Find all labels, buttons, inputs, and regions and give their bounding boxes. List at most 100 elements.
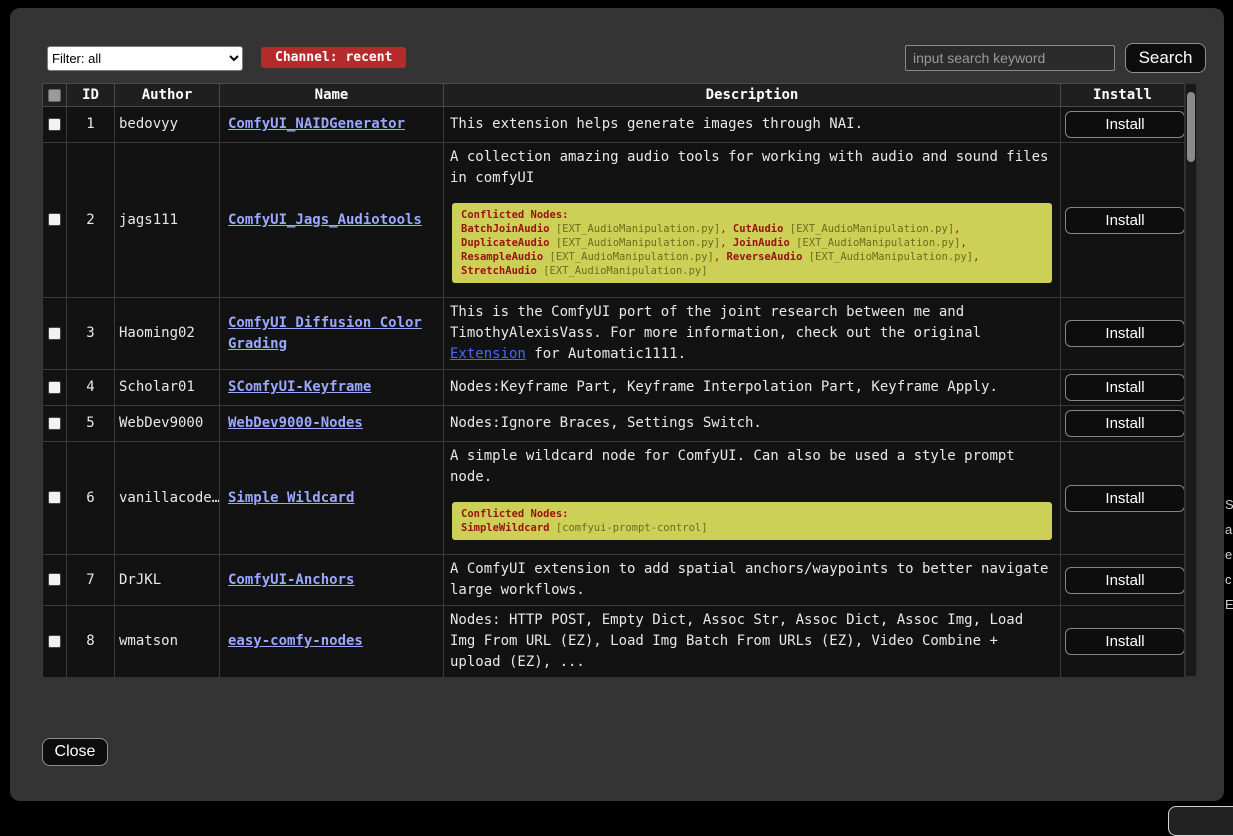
node-name-link[interactable]: ComfyUI Diffusion Color Grading [228, 315, 422, 352]
row-checkbox-cell [43, 442, 67, 555]
channel-badge: Channel: recent [261, 47, 406, 68]
row-checkbox[interactable] [48, 635, 61, 648]
install-button[interactable]: Install [1065, 485, 1184, 512]
install-button[interactable]: Install [1065, 320, 1184, 347]
row-checkbox-cell [43, 606, 67, 678]
node-name-link[interactable]: ComfyUI_Jags_Audiotools [228, 212, 422, 228]
install-button[interactable]: Install [1065, 207, 1184, 234]
header-name: Name [220, 84, 444, 107]
partial-button[interactable] [1168, 806, 1233, 836]
filter-select[interactable]: Filter: all [47, 46, 243, 71]
install-button[interactable]: Install [1065, 111, 1184, 138]
row-name-cell: SComfyUI-Keyframe [220, 370, 444, 406]
row-description-cell: This is the ComfyUI port of the joint re… [444, 298, 1061, 370]
row-description: Nodes:Ignore Braces, Settings Switch. [450, 413, 1054, 434]
row-name-cell: ComfyUI-Anchors [220, 555, 444, 606]
row-checkbox[interactable] [48, 491, 61, 504]
conflict-node-ref: [EXT_AudioManipulation.py] [796, 237, 960, 249]
install-button[interactable]: Install [1065, 628, 1184, 655]
row-description: Nodes:Keyframe Part, Keyframe Interpolat… [450, 377, 1054, 398]
row-author: jags111 [115, 143, 220, 298]
edge-fragments: SaecE [1225, 497, 1233, 622]
edge-fragment: c [1225, 572, 1233, 597]
row-author: wmatson [115, 606, 220, 678]
row-id: 5 [67, 406, 115, 442]
select-all-checkbox[interactable] [48, 89, 61, 102]
row-description: This is the ComfyUI port of the joint re… [450, 302, 1054, 365]
table-row: 5WebDev9000 WebDev9000-Nodes Nodes:Ignore … [43, 406, 1185, 442]
conflict-node-name: DuplicateAudio [461, 237, 550, 249]
edge-fragment: E [1225, 597, 1233, 622]
conflict-node-ref: [comfyui-prompt-control] [556, 522, 708, 534]
row-id: 1 [67, 107, 115, 143]
row-checkbox[interactable] [48, 573, 61, 586]
conflict-node-name: SimpleWildcard [461, 522, 550, 534]
table-scroll-area: ID Author Name Description Install 1bedo… [42, 83, 1184, 677]
node-name-link[interactable]: ComfyUI_NAIDGenerator [228, 116, 405, 132]
header-id: ID [67, 84, 115, 107]
row-install-cell: Install [1061, 107, 1185, 143]
row-description-cell: Nodes:Keyframe Part, Keyframe Interpolat… [444, 370, 1061, 406]
row-description-cell: A ComfyUI extension to add spatial ancho… [444, 555, 1061, 606]
conflict-node-name: CutAudio [733, 223, 784, 235]
search-input[interactable] [905, 45, 1115, 71]
node-name-link[interactable]: ComfyUI-Anchors [228, 572, 354, 588]
row-checkbox[interactable] [48, 118, 61, 131]
row-install-cell: Install [1061, 606, 1185, 678]
edge-fragment: e [1225, 547, 1233, 572]
conflict-node-ref: [EXT_AudioManipulation.py] [550, 251, 714, 263]
search-button[interactable]: Search [1125, 43, 1206, 73]
row-checkbox[interactable] [48, 381, 61, 394]
row-description: A collection amazing audio tools for wor… [450, 147, 1054, 189]
table-row: 1bedovyyComfyUI_NAIDGeneratorThis extens… [43, 107, 1185, 143]
row-checkbox[interactable] [48, 213, 61, 226]
close-button[interactable]: Close [42, 738, 108, 766]
row-id: 7 [67, 555, 115, 606]
row-description: A simple wildcard node for ComfyUI. Can … [450, 446, 1054, 488]
row-install-cell: Install [1061, 555, 1185, 606]
row-name-cell: ComfyUI_NAIDGenerator [220, 107, 444, 143]
node-name-link[interactable]: WebDev9000-Nodes [228, 415, 363, 431]
node-name-link[interactable]: SComfyUI-Keyframe [228, 379, 371, 395]
row-description-cell: This extension helps generate images thr… [444, 107, 1061, 143]
table-scrollbar[interactable] [1185, 83, 1197, 677]
custom-nodes-table: ID Author Name Description Install 1bedo… [42, 83, 1184, 677]
row-author: Scholar01 [115, 370, 220, 406]
header-install: Install [1061, 84, 1185, 107]
row-name-cell: WebDev9000-Nodes [220, 406, 444, 442]
description-link[interactable]: Extension [450, 346, 526, 362]
row-description: A ComfyUI extension to add spatial ancho… [450, 559, 1054, 601]
row-checkbox-cell [43, 406, 67, 442]
row-description: Nodes: HTTP POST, Empty Dict, Assoc Str,… [450, 610, 1054, 673]
header-checkbox-cell [43, 84, 67, 107]
install-button[interactable]: Install [1065, 410, 1184, 437]
row-checkbox-cell [43, 370, 67, 406]
conflict-label: Conflicted Nodes: [461, 208, 1043, 222]
header-author: Author [115, 84, 220, 107]
conflict-items: SimpleWildcard [comfyui-prompt-control] [461, 521, 1043, 535]
table-header-row: ID Author Name Description Install [43, 84, 1185, 107]
node-name-link[interactable]: Simple Wildcard [228, 490, 354, 506]
node-name-link[interactable]: easy-comfy-nodes [228, 633, 363, 649]
row-id: 8 [67, 606, 115, 678]
conflict-node-name: ReverseAudio [727, 251, 803, 263]
conflict-node-ref: [EXT_AudioManipulation.py] [790, 223, 954, 235]
table-scrollbar-thumb[interactable] [1187, 92, 1195, 162]
row-install-cell: Install [1061, 370, 1185, 406]
conflict-node-ref: [EXT_AudioManipulation.py] [543, 265, 707, 277]
row-description-cell: A collection amazing audio tools for wor… [444, 143, 1061, 298]
row-checkbox[interactable] [48, 417, 61, 430]
install-button[interactable]: Install [1065, 374, 1184, 401]
conflict-node-ref: [EXT_AudioManipulation.py] [809, 251, 973, 263]
table-row: 6vanillacode…Simple WildcardA simple wil… [43, 442, 1185, 555]
row-description-cell: A simple wildcard node for ComfyUI. Can … [444, 442, 1061, 555]
install-button[interactable]: Install [1065, 567, 1184, 594]
page: { "toolbar": { "filter_value": "Filter: … [0, 0, 1233, 815]
row-checkbox[interactable] [48, 327, 61, 340]
row-author: WebDev9000 [115, 406, 220, 442]
row-checkbox-cell [43, 107, 67, 143]
conflict-items: BatchJoinAudio [EXT_AudioManipulation.py… [461, 222, 1043, 278]
edge-fragment: a [1225, 522, 1233, 547]
row-name-cell: Simple Wildcard [220, 442, 444, 555]
row-author: Haoming02 [115, 298, 220, 370]
